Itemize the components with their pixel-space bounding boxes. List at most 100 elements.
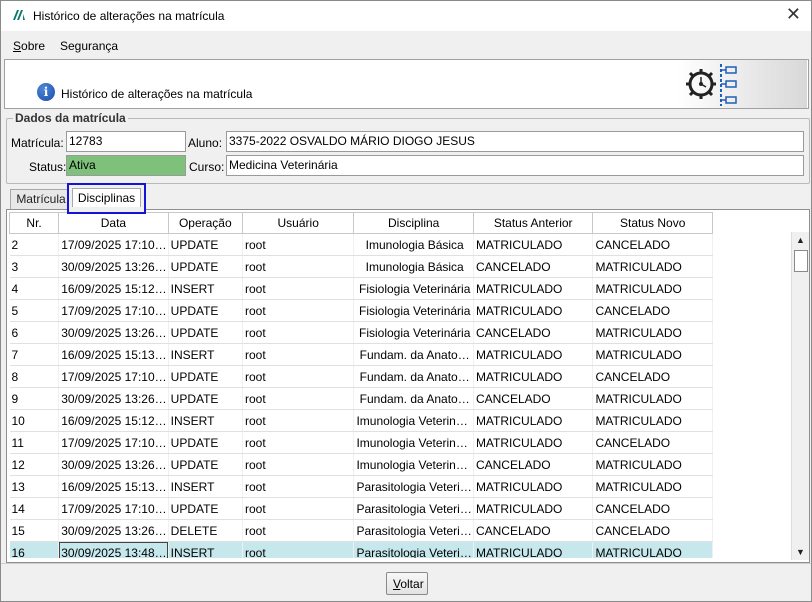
cell-nr: 11	[9, 431, 60, 454]
cell-disciplina: Parasitologia Veterin…	[353, 541, 474, 558]
cell-disciplina: Parasitologia Veterin…	[353, 475, 474, 498]
cell-status-novo: MATRICULADO	[592, 409, 713, 432]
table-row[interactable]: 3 30/09/2025 13:26:43 UPDATE root Imunologia…	[9, 255, 713, 278]
table-row[interactable]: 8 17/09/2025 17:10:44 UPDATE root Fundam. da…	[9, 365, 713, 388]
col-header-status-anterior[interactable]: Status Anterior	[472, 212, 594, 234]
menu-sobre-label: obre	[21, 39, 46, 53]
aluno-field[interactable]: 3375-2022 OSVALDO MÁRIO DIOGO JESUS	[226, 131, 804, 152]
cell-nr: 16	[9, 541, 60, 558]
curso-field[interactable]: Medicina Veterinária	[226, 155, 804, 176]
cell-usuario: root	[242, 277, 355, 300]
cell-operacao: UPDATE	[168, 453, 243, 476]
cell-status-novo: CANCELADO	[592, 365, 713, 388]
tab-matricula[interactable]: Matrícula	[10, 189, 72, 209]
cell-status-novo: CANCELADO	[592, 519, 713, 542]
cell-data: 30/09/2025 13:26:27	[58, 519, 169, 542]
cell-operacao: UPDATE	[168, 387, 243, 410]
cell-disciplina: Fisiologia Veterinária	[353, 299, 474, 322]
col-header-usuario[interactable]: Usuário	[241, 212, 355, 234]
cell-status-anterior: MATRICULADO	[473, 233, 594, 256]
cell-status-anterior: MATRICULADO	[473, 365, 594, 388]
cell-status-novo: CANCELADO	[592, 497, 713, 520]
table-row[interactable]: 5 17/09/2025 17:10:44 UPDATE root Fisiologia…	[9, 299, 713, 322]
status-field[interactable]: Ativa	[66, 155, 186, 176]
col-header-data[interactable]: Data	[58, 212, 169, 234]
cell-nr: 8	[9, 365, 60, 388]
cell-status-anterior: MATRICULADO	[473, 497, 594, 520]
vertical-scrollbar[interactable]: ▲ ▼	[791, 232, 809, 560]
voltar-button[interactable]: Voltar	[386, 572, 428, 595]
cell-data: 16/09/2025 15:13:00	[58, 343, 169, 366]
cell-nr: 5	[9, 299, 60, 322]
scroll-thumb[interactable]	[794, 250, 808, 272]
cell-disciplina: Parasitologia Veterin…	[353, 519, 474, 542]
table-row[interactable]: 16 30/09/2025 13:48:32 INSERT root Parasitol…	[9, 541, 713, 558]
cell-operacao: INSERT	[168, 277, 243, 300]
cell-status-novo: CANCELADO	[592, 299, 713, 322]
cell-data: 30/09/2025 13:26:49	[58, 453, 169, 476]
grid-viewport: Nr. Data Operação Usuário Disciplina Status A…	[9, 212, 791, 558]
cell-operacao: UPDATE	[168, 497, 243, 520]
curso-label: Curso:	[189, 160, 225, 174]
menu-seguranca[interactable]: Segurança	[60, 39, 118, 53]
cell-status-anterior: MATRICULADO	[473, 431, 594, 454]
table-row[interactable]: 6 30/09/2025 13:26:45 UPDATE root Fisiologia…	[9, 321, 713, 344]
tab-disciplinas[interactable]: Disciplinas	[67, 183, 146, 214]
col-header-disciplina[interactable]: Disciplina	[353, 212, 474, 234]
table-row[interactable]: 7 16/09/2025 15:13:00 INSERT root Fundam. da…	[9, 343, 713, 366]
voltar-label: oltar	[400, 577, 424, 591]
close-icon[interactable]: ✕	[786, 4, 801, 25]
cell-status-anterior: CANCELADO	[473, 453, 594, 476]
scroll-down-icon[interactable]: ▼	[794, 545, 807, 559]
cell-status-anterior: MATRICULADO	[473, 343, 594, 366]
matricula-label: Matrícula:	[11, 136, 64, 150]
cell-usuario: root	[242, 541, 355, 558]
cell-disciplina: Fisiologia Veterinária	[353, 321, 474, 344]
header-row: Nr. Data Operação Usuário Disciplina Status A…	[9, 212, 713, 234]
cell-operacao: INSERT	[168, 541, 243, 558]
cell-status-anterior: MATRICULADO	[473, 277, 594, 300]
cell-operacao: UPDATE	[168, 365, 243, 388]
scroll-up-icon[interactable]: ▲	[794, 233, 807, 247]
cell-usuario: root	[242, 321, 355, 344]
status-label: Status:	[29, 160, 67, 174]
table-row[interactable]: 13 16/09/2025 15:13:00 INSERT root Parasitol…	[9, 475, 713, 498]
table-body: 2 17/09/2025 17:10:44 UPDATE root Imunologia…	[9, 233, 713, 558]
cell-status-anterior: MATRICULADO	[473, 475, 594, 498]
table-row[interactable]: 10 16/09/2025 15:12:59 INSERT root Imunologi…	[9, 409, 713, 432]
table-row[interactable]: 12 30/09/2025 13:26:49 UPDATE root Imunologi…	[9, 453, 713, 476]
cell-status-anterior: MATRICULADO	[473, 299, 594, 322]
cell-usuario: root	[242, 409, 355, 432]
menu-sobre-mnemonic: S	[13, 39, 22, 53]
cell-usuario: root	[242, 387, 355, 410]
cell-status-novo: CANCELADO	[592, 431, 713, 454]
matricula-field[interactable]: 12783	[66, 131, 186, 152]
cell-data: 17/09/2025 17:10:45	[58, 497, 169, 520]
cell-status-anterior: CANCELADO	[473, 387, 594, 410]
app-logo-icon	[12, 9, 26, 24]
cell-operacao: UPDATE	[168, 233, 243, 256]
history-grid: Nr. Data Operação Usuário Disciplina Status A…	[6, 209, 810, 563]
menu-sobre[interactable]: Sobre	[13, 39, 45, 53]
table-row[interactable]: 15 30/09/2025 13:26:27 DELETE root Parasitol…	[9, 519, 713, 542]
table-row[interactable]: 14 17/09/2025 17:10:45 UPDATE root Parasitol…	[9, 497, 713, 520]
table-row[interactable]: 2 17/09/2025 17:10:44 UPDATE root Imunologia…	[9, 233, 713, 256]
table-row[interactable]: 11 17/09/2025 17:10:45 UPDATE root Imunologi…	[9, 431, 713, 454]
col-header-operacao[interactable]: Operação	[167, 212, 243, 234]
header-title: Histórico de alterações na matrícula	[61, 87, 253, 101]
table-row[interactable]: 9 30/09/2025 13:26:47 UPDATE root Fundam. da…	[9, 387, 713, 410]
cell-usuario: root	[242, 453, 355, 476]
cell-operacao: DELETE	[168, 519, 243, 542]
cell-data: 30/09/2025 13:26:43	[58, 255, 169, 278]
cell-data: 17/09/2025 17:10:44	[58, 233, 169, 256]
cell-usuario: root	[242, 365, 355, 388]
cell-usuario: root	[242, 497, 355, 520]
col-header-status-novo[interactable]: Status Novo	[592, 212, 713, 234]
cell-operacao: UPDATE	[168, 255, 243, 278]
cell-data: 16/09/2025 15:12:59	[58, 409, 169, 432]
col-header-nr[interactable]: Nr.	[9, 212, 60, 234]
cell-disciplina: Parasitologia Veterin…	[353, 497, 474, 520]
table-row[interactable]: 4 16/09/2025 15:12:59 INSERT root Fisiologia…	[9, 277, 713, 300]
cell-usuario: root	[242, 431, 355, 454]
cell-nr: 9	[9, 387, 60, 410]
